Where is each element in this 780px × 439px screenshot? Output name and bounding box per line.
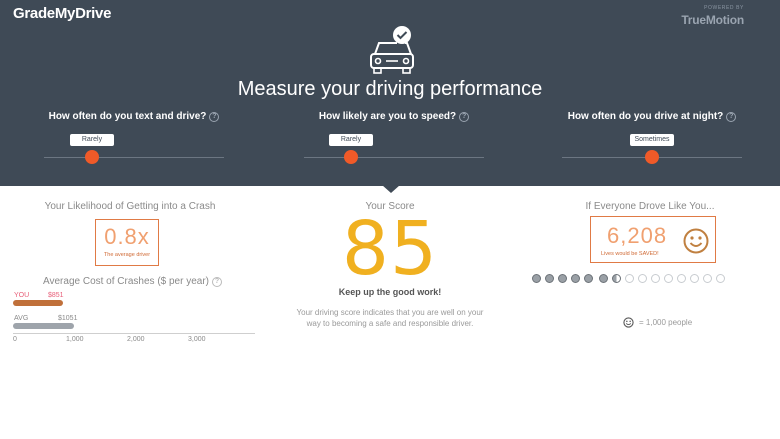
grade-my-drive-page: GradeMyDrive POWERED BY TrueMotion Measu… <box>0 0 780 439</box>
help-icon[interactable]: ? <box>726 112 737 122</box>
people-legend: = 1,000 people <box>623 317 692 328</box>
question-label: How often do you drive at night? <box>567 111 724 122</box>
likelihood-caption: The average driver <box>103 252 151 258</box>
likelihood-title: Your Likelihood of Getting into a Crash <box>44 201 216 212</box>
you-cost-bar <box>13 300 63 306</box>
person-dot-icon <box>558 274 567 283</box>
impact-title: If Everyone Drove Like You... <box>585 201 715 212</box>
powered-by: POWERED BY TrueMotion <box>681 5 744 29</box>
partner-brand[interactable]: TrueMotion <box>681 13 744 27</box>
person-dot-icon <box>690 274 699 283</box>
powered-by-label: POWERED BY <box>704 5 744 11</box>
logo[interactable]: GradeMyDrive <box>13 5 111 22</box>
person-dot-icon <box>716 274 725 283</box>
smiley-icon <box>683 228 709 254</box>
likelihood-card: 0.8x The average driver <box>95 219 159 266</box>
you-label: YOU <box>14 292 30 299</box>
person-dot-icon <box>599 274 608 283</box>
lives-saved-caption: Lives would be SAVED! <box>601 251 659 257</box>
hero-pointer <box>382 185 400 193</box>
slider-value-speeding: Rarely <box>329 134 373 146</box>
slider-value-texting: Rarely <box>70 134 114 146</box>
question-speeding: How likely are you to speed?? <box>304 111 484 122</box>
score-description: Your driving score indicates that you ar… <box>296 308 484 328</box>
avg-label: AVG <box>14 315 29 322</box>
person-dot-icon <box>703 274 712 283</box>
person-dot-icon <box>638 274 647 283</box>
slider-track-texting[interactable] <box>44 157 224 158</box>
score-headline: Keep up the good work! <box>338 287 442 297</box>
slider-handle-speeding[interactable] <box>344 150 358 164</box>
person-dot-icon <box>677 274 686 283</box>
avg-cost-bar <box>13 323 74 329</box>
person-dot-icon <box>625 274 634 283</box>
person-dot-icon <box>532 274 541 283</box>
person-dot-icon <box>584 274 593 283</box>
axis-tick: 0 <box>13 336 17 343</box>
cost-axis <box>13 333 255 334</box>
person-dot-icon <box>664 274 673 283</box>
person-dot-icon <box>612 274 621 283</box>
lives-saved-value: 6,208 <box>607 223 668 248</box>
likelihood-value: 0.8x <box>104 224 150 249</box>
question-label: How likely are you to speed? <box>318 111 457 122</box>
slider-handle-night[interactable] <box>645 150 659 164</box>
help-icon[interactable]: ? <box>212 277 223 287</box>
question-label: How often do you text and drive? <box>48 111 207 122</box>
person-dot-icon <box>571 274 580 283</box>
question-night-driving: How often do you drive at night?? <box>562 111 742 122</box>
slider-track-speeding[interactable] <box>304 157 484 158</box>
lives-saved-card: 6,208 Lives would be SAVED! <box>590 216 716 263</box>
avg-value: $1051 <box>58 315 78 322</box>
slider-value-night: Sometimes <box>630 134 674 146</box>
cost-title-text: Average Cost of Crashes ($ per year) <box>43 276 210 287</box>
car-check-icon <box>370 26 414 74</box>
person-dot-icon <box>651 274 660 283</box>
page-title: Measure your driving performance <box>237 78 543 100</box>
person-dot-icon <box>545 274 554 283</box>
axis-tick: 3,000 <box>188 336 206 343</box>
axis-tick: 1,000 <box>66 336 84 343</box>
people-legend-text: = 1,000 people <box>639 318 693 327</box>
you-value: $851 <box>48 292 64 299</box>
help-icon[interactable]: ? <box>209 112 220 122</box>
score-value: 85 <box>341 206 439 292</box>
help-icon[interactable]: ? <box>459 112 470 122</box>
smiley-icon <box>623 317 634 328</box>
axis-tick: 2,000 <box>127 336 145 343</box>
question-texting: How often do you text and drive?? <box>44 111 224 122</box>
hero-header: GradeMyDrive POWERED BY TrueMotion Measu… <box>0 0 780 186</box>
cost-title: Average Cost of Crashes ($ per year)? <box>43 276 223 287</box>
slider-handle-texting[interactable] <box>85 150 99 164</box>
